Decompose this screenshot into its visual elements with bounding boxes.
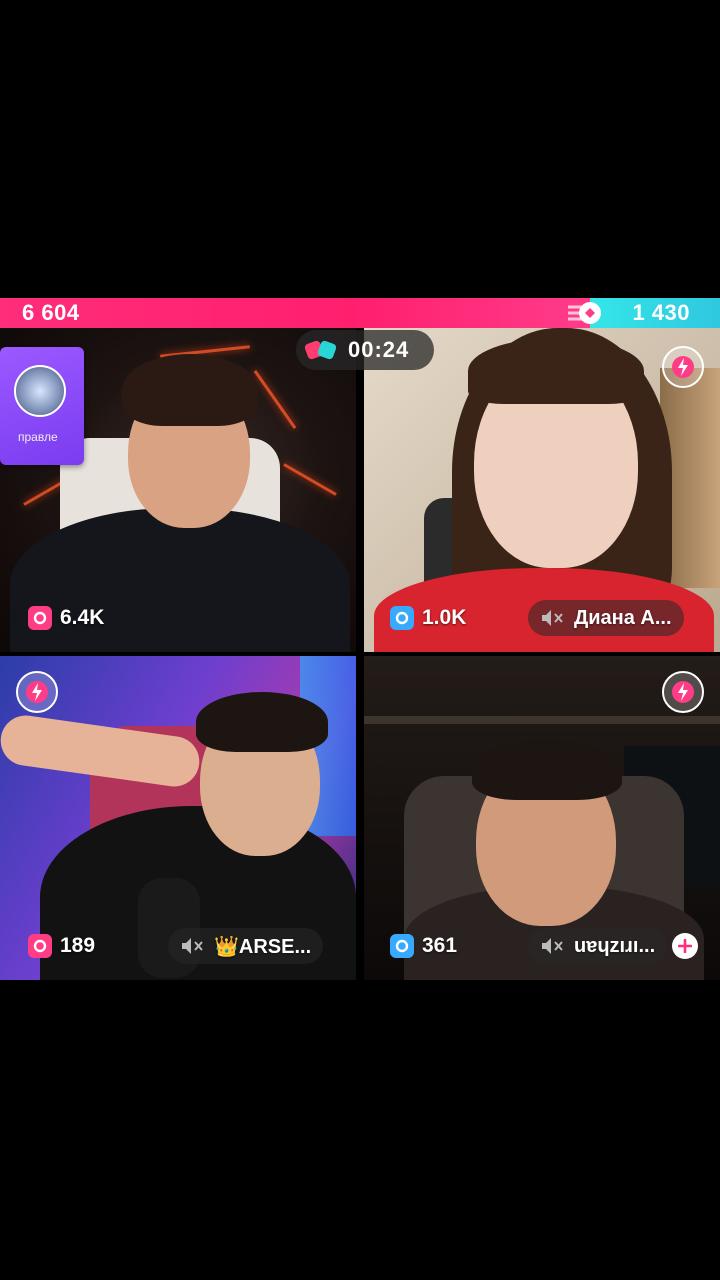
score-badge-icon — [390, 606, 414, 630]
neon-light — [253, 369, 297, 430]
gift-card-label: правле — [18, 430, 58, 444]
add-button[interactable] — [672, 933, 698, 959]
right-team-score-fill: 1 430 — [590, 298, 720, 328]
person-bangs — [468, 338, 644, 404]
car-roof-edge — [364, 716, 720, 724]
lightning-icon[interactable] — [662, 671, 704, 713]
score-value: 6.4K — [60, 606, 105, 629]
plus-icon — [678, 939, 692, 953]
battle-timer: 00:24 — [296, 330, 434, 370]
participant-2-score: 1.0K — [390, 603, 466, 633]
lightning-icon[interactable] — [16, 671, 58, 713]
score-badge-icon — [28, 606, 52, 630]
participant-3-score: 189 — [28, 931, 95, 961]
muted-icon — [542, 610, 563, 626]
participant-3-name-pill[interactable]: 👑ARSE... — [168, 928, 324, 964]
left-team-score: 6 604 — [22, 300, 80, 325]
muted-icon — [542, 938, 563, 954]
battle-score-bar: 6 604 1 430 — [0, 298, 720, 328]
lightning-icon[interactable] — [662, 346, 704, 388]
participant-name: uɐɥzıɹı... — [574, 934, 656, 957]
person-hair — [472, 740, 622, 800]
score-divider-icon — [568, 302, 601, 324]
neon-light — [283, 463, 337, 496]
gift-card[interactable]: правле — [0, 347, 84, 465]
muted-icon — [182, 938, 203, 954]
right-team-score: 1 430 — [632, 300, 690, 325]
timer-value: 00:24 — [348, 337, 410, 362]
participant-4-name-pill[interactable]: uɐɥzıɹı... — [528, 928, 668, 964]
participant-1-score: 6.4K — [28, 603, 104, 633]
person-hair — [196, 692, 328, 752]
participant-name: Диана А... — [574, 606, 672, 629]
score-value: 189 — [60, 934, 96, 957]
participant-4-score: 361 — [390, 931, 457, 961]
left-team-score-fill: 6 604 — [0, 298, 590, 328]
score-badge-icon — [28, 934, 52, 958]
participant-name: 👑ARSE... — [214, 935, 312, 958]
person-hair — [122, 354, 258, 426]
score-value: 361 — [422, 934, 458, 957]
participant-2-name-pill[interactable]: Диана А... — [528, 600, 684, 636]
gift-car-icon — [14, 365, 66, 417]
score-badge-icon — [390, 934, 414, 958]
score-value: 1.0K — [422, 606, 467, 629]
battle-gloves-icon — [304, 340, 337, 360]
